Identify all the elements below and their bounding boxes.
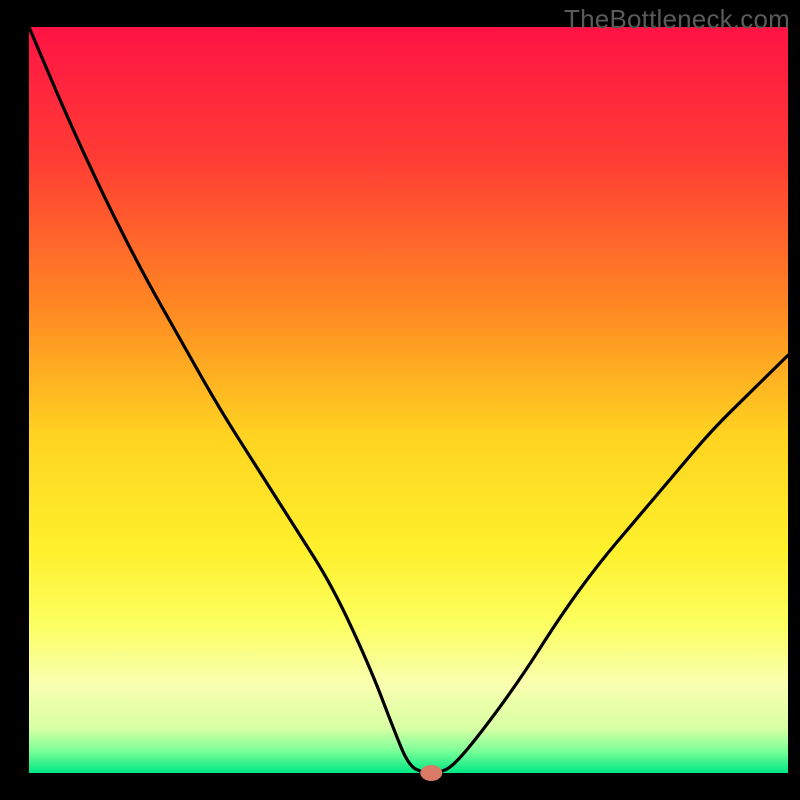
optimal-marker <box>420 765 442 781</box>
chart-frame: TheBottleneck.com <box>0 0 800 800</box>
gradient-background <box>29 27 788 773</box>
bottleneck-chart <box>0 0 800 800</box>
watermark-text: TheBottleneck.com <box>564 4 790 35</box>
